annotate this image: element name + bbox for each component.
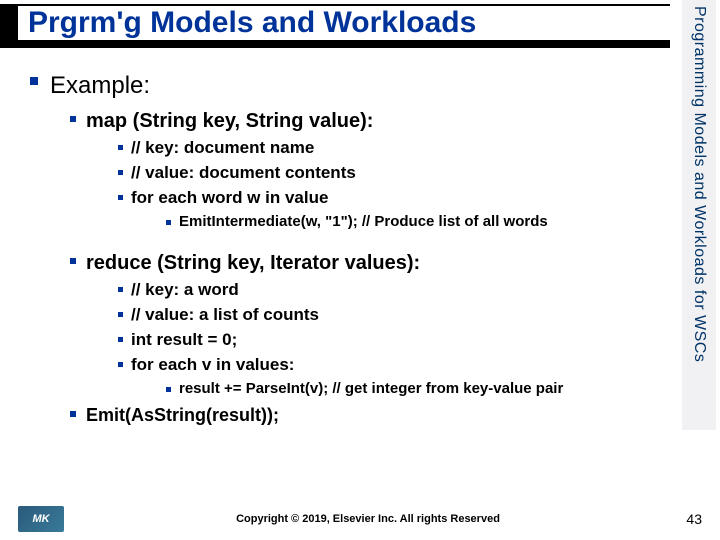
publisher-logo: MK (18, 506, 64, 532)
map-signature-text: map (String key, String value): (86, 108, 373, 135)
reduce-emit-text: Emit(AsString(result)); (86, 403, 279, 427)
slide-content: Example: map (String key, String value):… (30, 70, 670, 430)
reduce-comment-value-text: // value: a list of counts (131, 304, 319, 327)
heading-example-text: Example: (50, 70, 150, 102)
bullet-icon (118, 312, 123, 317)
slide-title: Prgrm'g Models and Workloads (28, 6, 476, 40)
copyright-text: Copyright © 2019, Elsevier Inc. All righ… (64, 513, 672, 525)
map-comment-value: // value: document contents (118, 162, 670, 185)
slide-footer: MK Copyright © 2019, Elsevier Inc. All r… (0, 506, 720, 532)
reduce-signature-text: reduce (String key, Iterator values): (86, 250, 420, 277)
map-comment-key: // key: document name (118, 137, 670, 160)
chapter-side-label-text: Programming Models and Workloads for WSC… (690, 6, 708, 362)
map-signature: map (String key, String value): (70, 108, 670, 135)
chapter-side-label: Programming Models and Workloads for WSC… (682, 0, 716, 430)
reduce-comment-key-text: // key: a word (131, 279, 239, 302)
reduce-foreach: for each v in values: (118, 354, 670, 377)
reduce-init: int result = 0; (118, 329, 670, 352)
publisher-logo-text: MK (32, 513, 49, 525)
bullet-icon (70, 258, 76, 264)
reduce-comment-value: // value: a list of counts (118, 304, 670, 327)
bullet-icon (166, 387, 171, 392)
reduce-emit: Emit(AsString(result)); (70, 403, 670, 427)
map-foreach-text: for each word w in value (131, 187, 328, 210)
map-emit-text: EmitIntermediate(w, "1"); // Produce lis… (179, 212, 548, 232)
map-emit: EmitIntermediate(w, "1"); // Produce lis… (166, 212, 670, 232)
bullet-icon (118, 362, 123, 367)
reduce-foreach-text: for each v in values: (131, 354, 294, 377)
bullet-icon (118, 170, 123, 175)
title-bar: Prgrm'g Models and Workloads (28, 4, 670, 48)
bullet-icon (118, 287, 123, 292)
bullet-icon (118, 145, 123, 150)
title-accent (0, 6, 18, 40)
reduce-comment-key: // key: a word (118, 279, 670, 302)
map-comment-value-text: // value: document contents (131, 162, 356, 185)
bullet-icon (30, 77, 38, 85)
bullet-icon (118, 195, 123, 200)
map-comment-key-text: // key: document name (131, 137, 314, 160)
heading-example: Example: (30, 70, 670, 102)
reduce-accumulate-text: result += ParseInt(v); // get integer fr… (179, 379, 563, 399)
reduce-signature: reduce (String key, Iterator values): (70, 250, 670, 277)
map-foreach: for each word w in value (118, 187, 670, 210)
bullet-icon (118, 337, 123, 342)
reduce-accumulate: result += ParseInt(v); // get integer fr… (166, 379, 670, 399)
reduce-init-text: int result = 0; (131, 329, 237, 352)
page-number: 43 (672, 511, 702, 527)
bullet-icon (70, 411, 76, 417)
bullet-icon (70, 116, 76, 122)
bullet-icon (166, 220, 171, 225)
